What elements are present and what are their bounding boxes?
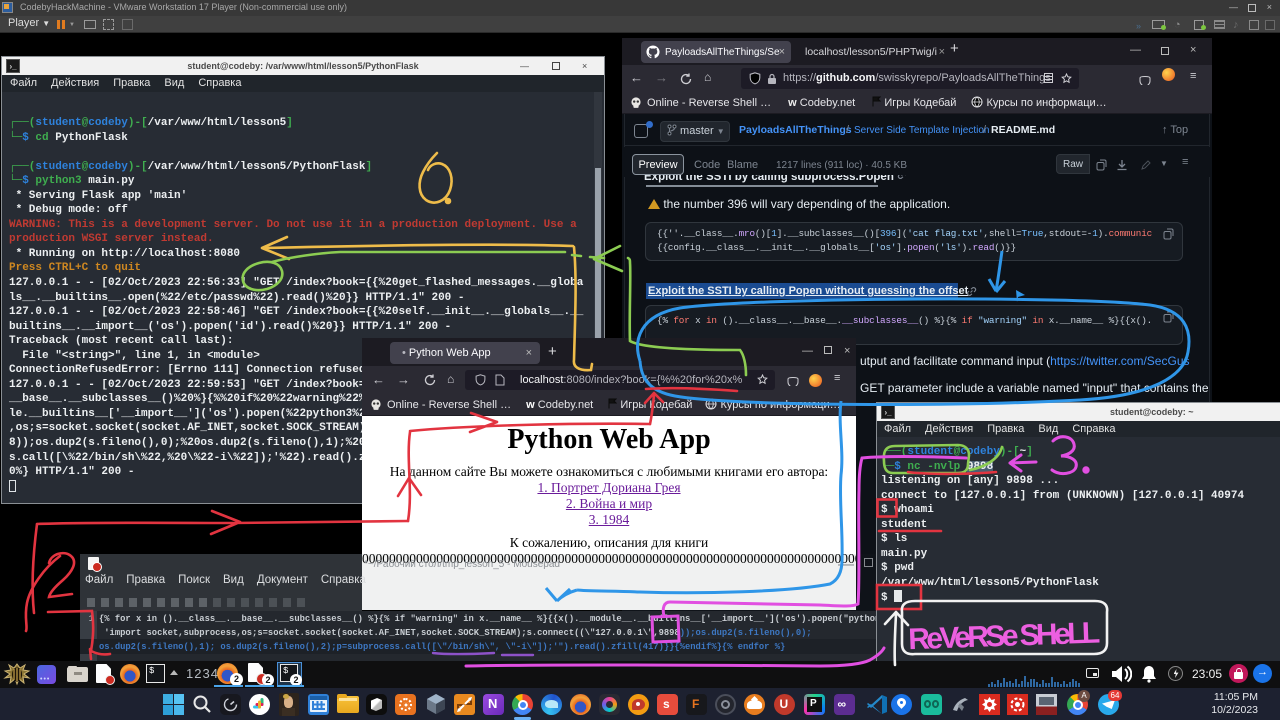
svg-text:ReVeRSe SHeLL: ReVeRSe SHeLL xyxy=(908,617,1101,657)
